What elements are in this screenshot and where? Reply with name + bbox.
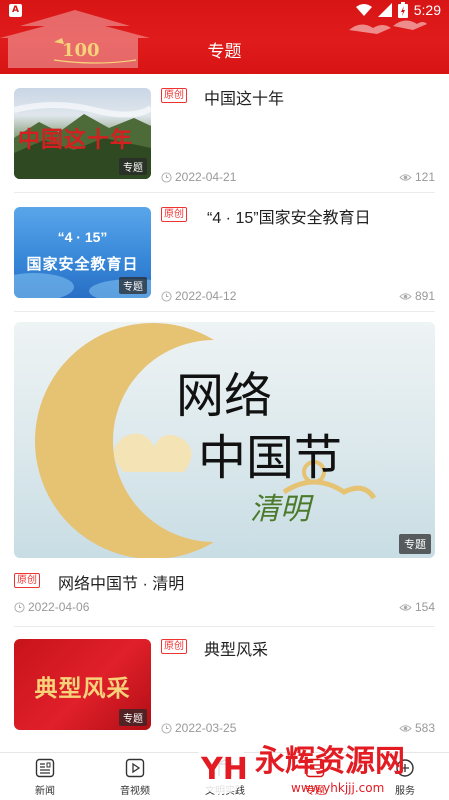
banner-line2: 中国节 [198,430,343,486]
watermark-url: www.yhkjjj.com [291,781,384,795]
item-banner[interactable]: 网络 中国节 清明 专题 [14,322,435,558]
item-date: 2022-04-06 [14,600,89,614]
views-count: 154 [414,600,435,614]
item-views: 891 [399,289,435,303]
warning-icon: A [9,4,22,17]
views-count: 891 [414,289,435,303]
thumb-caption-top: “4 · 15” [57,229,108,245]
eye-icon [399,724,412,732]
thumb-caption: 中国这十年 [18,127,134,153]
topic-tag: 专题 [119,709,147,726]
list-item[interactable]: “4 · 15” 国家安全教育日 专题 原创 “4 · 15”国家安全教育日 2… [14,205,435,312]
page-title: 专题 [207,42,242,61]
tab-video[interactable]: 音视频 [90,753,180,800]
item-title[interactable]: 典型风采 [204,636,268,660]
original-badge: 原创 [14,573,40,588]
item-title[interactable]: “4 · 15”国家安全教育日 [207,204,371,228]
clock-icon [161,290,172,302]
views-count: 121 [414,170,435,184]
thumb-caption: 国家安全教育日 [26,256,139,273]
item-views: 154 [399,600,435,614]
topic-tag: 专题 [119,158,147,175]
signal-icon [377,3,392,17]
site-watermark: YH 永辉资源网 www.yhkjjj.com [194,740,405,795]
banner-line3: 清明 [250,492,310,527]
battery-icon [397,2,408,18]
item-thumbnail[interactable]: 中国这十年 专题 [14,88,151,179]
original-badge: 原创 [161,207,187,222]
app-header: A 5:29 100 专题 [0,0,449,74]
clock-icon [14,601,25,613]
item-views: 583 [399,721,435,735]
item-date: 2022-04-21 [161,170,236,184]
watermark-logo: YH [200,752,248,787]
item-date: 2022-04-12 [161,289,236,303]
video-icon [125,758,145,778]
list-item[interactable]: 中国这十年 专题 原创 中国这十年 2022-04-21 121 [14,86,435,193]
list-item[interactable]: 网络 中国节 清明 专题 原创 网络中国节 · 清明 2022-04-06 15… [14,322,435,627]
news-icon [35,758,55,778]
clock: 5:29 [413,2,441,18]
tab-label: 音视频 [120,786,150,797]
topic-tag: 专题 [119,277,147,294]
date-text: 2022-03-25 [175,721,237,735]
date-text: 2022-04-21 [175,170,237,184]
list-item[interactable]: 典型风采 专题 原创 典型风采 2022-03-25 583 [14,637,435,747]
clock-icon [161,171,172,183]
item-thumbnail[interactable]: “4 · 15” 国家安全教育日 专题 [14,207,151,298]
item-title[interactable]: 中国这十年 [204,85,284,109]
date-text: 2022-04-06 [28,600,90,614]
banner-line1: 网络 [176,368,273,424]
thumb-caption: 典型风采 [34,675,131,702]
item-title[interactable]: 网络中国节 · 清明 [58,570,184,594]
tab-label: 新闻 [35,786,55,797]
original-badge: 原创 [161,88,187,103]
system-tray: 5:29 [355,2,441,18]
status-bar: A 5:29 [0,0,449,24]
eye-icon [399,603,412,611]
date-text: 2022-04-12 [175,289,237,303]
tab-news[interactable]: 新闻 [0,753,90,800]
topic-tag: 专题 [399,534,431,554]
item-date: 2022-03-25 [161,721,236,735]
clock-icon [161,722,172,734]
watermark-brand: 永辉资源网 [255,744,405,779]
wifi-icon [355,4,372,16]
views-count: 583 [414,721,435,735]
eye-icon [399,173,412,181]
original-badge: 原创 [161,639,187,654]
item-thumbnail[interactable]: 典型风采 专题 [14,639,151,730]
item-views: 121 [399,170,435,184]
eye-icon [399,292,412,300]
